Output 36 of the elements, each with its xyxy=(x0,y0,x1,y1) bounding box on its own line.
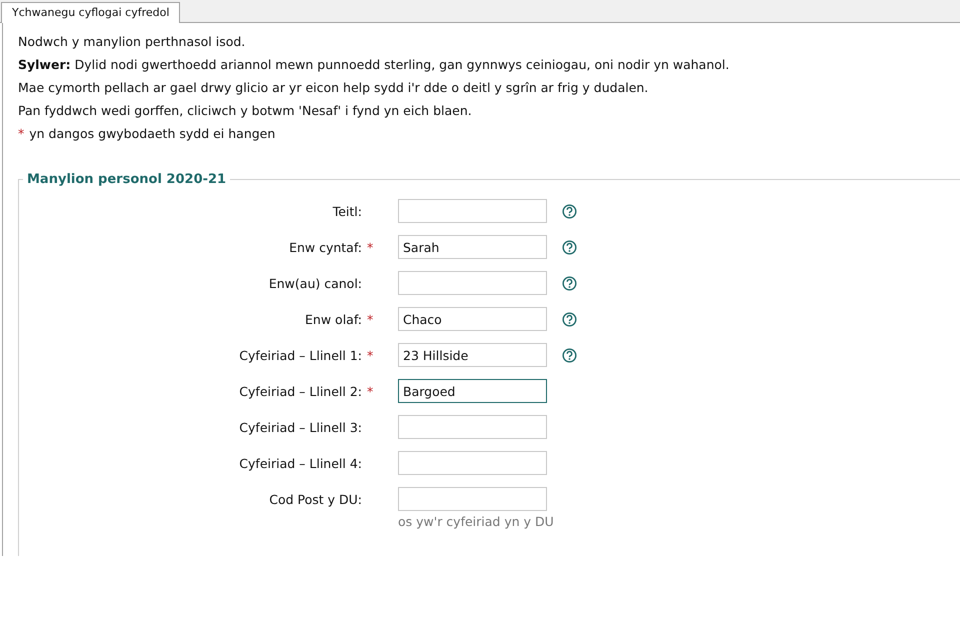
field-label: Cyfeiriad – Llinell 3: xyxy=(238,420,362,434)
tab[interactable]: Ychwanegu cyflogai cyfredol xyxy=(1,2,180,23)
required-asterisk: * xyxy=(366,312,374,326)
required-asterisk: * xyxy=(366,240,374,254)
instruction-text: Pan fyddwch wedi gorffen, cliciwch y botwm 'Nesaf' i fynd yn eich blaen. xyxy=(18,102,473,120)
field-label: Enw cyntaf: xyxy=(288,240,362,254)
help-icon[interactable] xyxy=(562,204,577,218)
input-field[interactable]: 23 Hillside xyxy=(398,343,547,367)
field-label: Cyfeiriad – Llinell 4: xyxy=(238,456,362,470)
input-field[interactable] xyxy=(398,271,547,295)
field-label: Enw olaf: xyxy=(304,312,362,326)
help-icon[interactable] xyxy=(562,312,577,326)
input-field[interactable]: Bargoed xyxy=(398,379,547,403)
field-label: Cod Post y DU: xyxy=(268,492,362,506)
required-asterisk: * xyxy=(366,384,374,398)
field-label: Enw(au) canol: xyxy=(268,276,362,290)
required-asterisk: * xyxy=(366,348,374,362)
input-field[interactable]: Chaco xyxy=(398,307,547,331)
help-icon[interactable] xyxy=(562,240,577,254)
required-note: yn dangos gwybodaeth sydd ei hangen xyxy=(29,125,276,143)
section-title: Manylion personol 2020-21 xyxy=(26,172,228,187)
instruction-text: Sylwer: Dylid nodi gwerthoedd ariannol mewn punnoedd sterling, gan gynnwys ceiniogau, oni nodir yn wahanol. xyxy=(18,56,730,74)
input-field[interactable] xyxy=(398,199,547,223)
field-label: Cyfeiriad – Llinell 2: xyxy=(238,384,362,398)
help-icon[interactable] xyxy=(562,276,577,290)
field-hint: os yw'r cyfeiriad yn y DU xyxy=(398,514,555,529)
field-label: Cyfeiriad – Llinell 1: xyxy=(238,348,362,362)
input-field[interactable] xyxy=(398,451,547,475)
input-field[interactable]: Sarah xyxy=(398,235,547,259)
input-field[interactable] xyxy=(398,415,547,439)
input-field[interactable] xyxy=(398,487,547,511)
instruction-text: Mae cymorth pellach ar gael drwy glicio ar yr eicon help sydd i'r dde o deitl y sgrîn ar frig y dudalen. xyxy=(18,79,650,97)
help-icon[interactable] xyxy=(562,348,577,362)
instruction-text: Nodwch y manylion perthnasol isod. xyxy=(18,33,246,51)
field-label: Teitl: xyxy=(332,204,362,218)
required-asterisk: * xyxy=(18,125,24,143)
